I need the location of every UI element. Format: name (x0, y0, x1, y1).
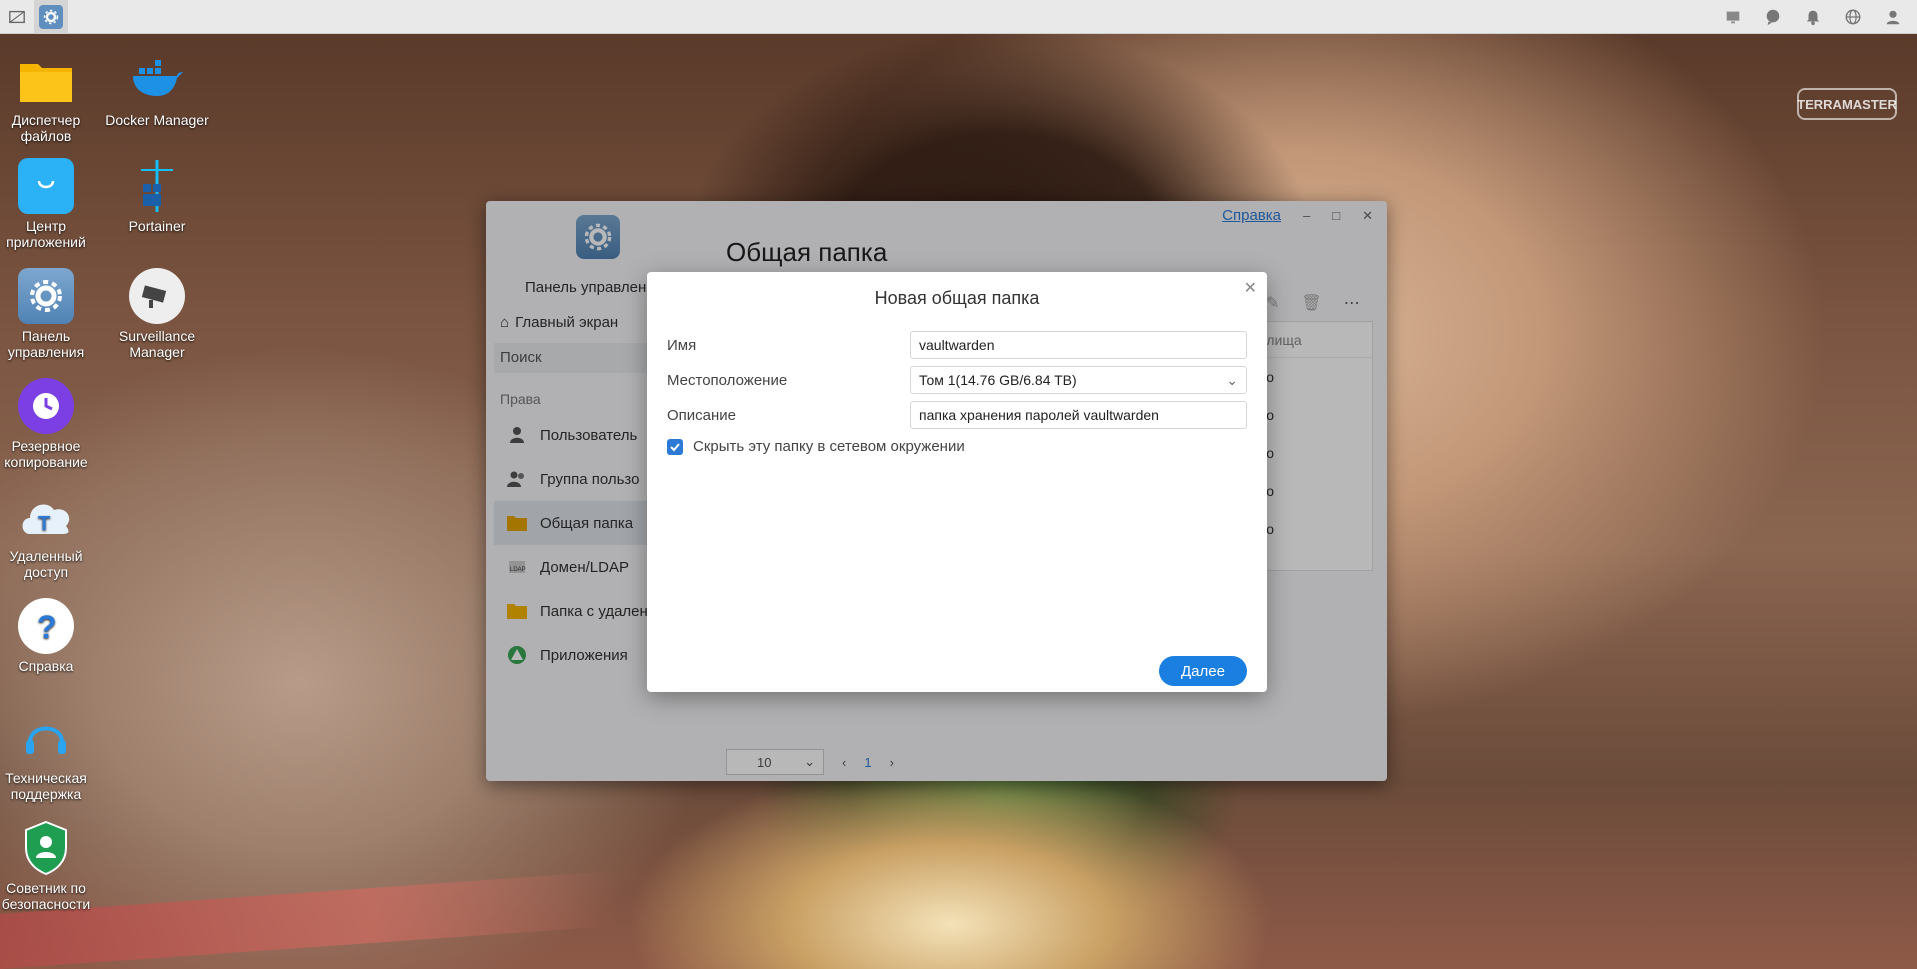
app-center-desktop-icon[interactable]: Центр приложений (0, 158, 98, 250)
monitor-icon[interactable] (1717, 0, 1749, 34)
description-input[interactable]: папка хранения паролей vaultwarden (910, 401, 1247, 429)
location-label: Местоположение (667, 371, 788, 389)
description-label: Описание (667, 406, 737, 424)
new-shared-folder-dialog: ✕ Новая общая папка Имя vaultwarden Мест… (647, 272, 1267, 692)
file-manager-desktop-icon[interactable]: Диспетчер файлов (0, 52, 98, 144)
close-icon[interactable]: ✕ (1244, 278, 1257, 298)
name-row: Имя vaultwarden (667, 330, 1247, 360)
hide-folder-row: Скрыть эту папку в сетевом окружении (667, 438, 965, 455)
portainer-desktop-icon[interactable]: Portainer (105, 158, 209, 234)
shield-icon (18, 820, 74, 876)
name-label: Имя (667, 336, 697, 354)
remote-access-desktop-icon[interactable]: T Удаленный доступ (0, 488, 98, 580)
portainer-icon (129, 158, 185, 214)
next-button[interactable]: Далее (1159, 656, 1247, 686)
shopping-bag-icon (18, 158, 74, 214)
chevron-down-icon: ⌄ (1226, 371, 1238, 388)
hide-folder-checkbox[interactable] (667, 438, 683, 455)
location-row: Местоположение Том 1(14.76 GB/6.84 TB) ⌄ (667, 365, 1247, 395)
gear-icon (18, 268, 74, 324)
terramaster-logo: TERRAMASTER (1797, 88, 1897, 120)
globe-icon[interactable] (1837, 0, 1869, 34)
camera-icon (129, 268, 185, 324)
control-panel-desktop-icon[interactable]: Панель управления (0, 268, 98, 360)
hide-folder-label: Скрыть эту папку в сетевом окружении (693, 438, 965, 455)
control-panel-taskbar-icon[interactable] (34, 0, 68, 34)
clock-icon (18, 378, 74, 434)
docker-manager-desktop-icon[interactable]: Docker Manager (105, 52, 209, 128)
user-icon[interactable] (1877, 0, 1909, 34)
location-select[interactable]: Том 1(14.76 GB/6.84 TB) ⌄ (910, 366, 1247, 394)
headset-icon (18, 710, 74, 766)
chat-icon[interactable] (1757, 0, 1789, 34)
docker-icon (129, 52, 185, 108)
security-advisor-desktop-icon[interactable]: Советник по безопасности (0, 820, 98, 912)
folder-icon (18, 52, 74, 108)
taskbar (0, 0, 1917, 34)
name-input[interactable]: vaultwarden (910, 331, 1247, 359)
cloud-icon: T (18, 488, 74, 544)
show-desktop-icon[interactable] (0, 0, 34, 34)
svg-text:?: ? (37, 609, 57, 644)
tech-support-desktop-icon[interactable]: Техническая поддержка (0, 710, 98, 802)
surveillance-manager-desktop-icon[interactable]: Surveillance Manager (105, 268, 209, 360)
description-row: Описание папка хранения паролей vaultwar… (667, 400, 1247, 430)
question-icon: ? (18, 598, 74, 654)
help-desktop-icon[interactable]: ? Справка (0, 598, 98, 674)
bell-icon[interactable] (1797, 0, 1829, 34)
backup-desktop-icon[interactable]: Резервное копирование (0, 378, 98, 470)
svg-text:T: T (38, 513, 50, 535)
dialog-title: Новая общая папка (874, 288, 1040, 308)
